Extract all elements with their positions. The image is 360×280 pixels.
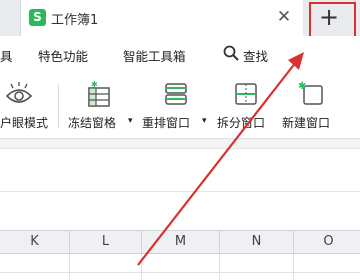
ribbon-divider (0, 138, 360, 148)
eye-icon[interactable] (5, 80, 33, 108)
ribbon-label-freeze-panes[interactable]: 冻结窗格 (68, 114, 116, 131)
ribbon-label-eye-mode[interactable]: 户眼模式 (0, 114, 48, 131)
grid-column[interactable] (220, 254, 294, 280)
ribbon-separator (58, 84, 59, 128)
menu-bar: 具 特色功能 智能工具箱 查找 (0, 36, 360, 74)
svg-text:✱: ✱ (91, 80, 98, 89)
grid-column[interactable] (0, 254, 70, 280)
column-header-k[interactable]: K (0, 231, 70, 253)
svg-text:✱: ✱ (298, 81, 306, 92)
new-window-icon[interactable]: ✱ (298, 80, 326, 108)
menu-item-smart-toolbox[interactable]: 智能工具箱 (123, 46, 186, 65)
split-window-icon[interactable] (232, 80, 260, 108)
ribbon-label-arrange-windows[interactable]: 重排窗口 (142, 114, 190, 131)
menu-item-special-features[interactable]: 特色功能 (38, 46, 88, 65)
close-tab-icon[interactable]: ✕ (273, 6, 295, 28)
grid-column[interactable] (142, 254, 220, 280)
freeze-panes-icon[interactable]: ✱ (85, 80, 113, 108)
ribbon-label-split-window[interactable]: 拆分窗口 (217, 114, 265, 131)
title-bar: S 工作簿1 ✕ + (0, 0, 360, 36)
grid-row-line (0, 272, 360, 273)
spreadsheet-logo-icon: S (29, 9, 46, 26)
menu-item-find[interactable]: 查找 (243, 46, 268, 65)
column-header-m[interactable]: M (142, 231, 220, 253)
sheet-top-area (0, 192, 360, 230)
column-header-l[interactable]: L (70, 231, 142, 253)
column-header-o[interactable]: O (294, 231, 360, 253)
ribbon-label-new-window[interactable]: 新建窗口 (282, 114, 330, 131)
chevron-down-icon[interactable]: ▾ (202, 116, 207, 126)
menu-item-tools[interactable]: 具 (0, 46, 13, 65)
sheet-grid[interactable] (0, 254, 360, 280)
tab-title: 工作簿1 (51, 13, 99, 28)
grid-column[interactable] (70, 254, 142, 280)
workbook-tab[interactable]: S 工作簿1 ✕ (20, 0, 303, 36)
column-header-n[interactable]: N (220, 231, 294, 253)
view-ribbon: 户眼模式 ✱ 冻结窗格 ▾ 重排窗口 ▾ 拆分窗口 ✱ 新建窗口 (0, 74, 360, 138)
search-icon[interactable] (223, 45, 239, 61)
formula-bar[interactable] (0, 148, 360, 192)
chevron-down-icon[interactable]: ▾ (128, 116, 133, 126)
column-header-row: K L M N O (0, 230, 360, 254)
arrange-windows-icon[interactable] (162, 80, 190, 108)
